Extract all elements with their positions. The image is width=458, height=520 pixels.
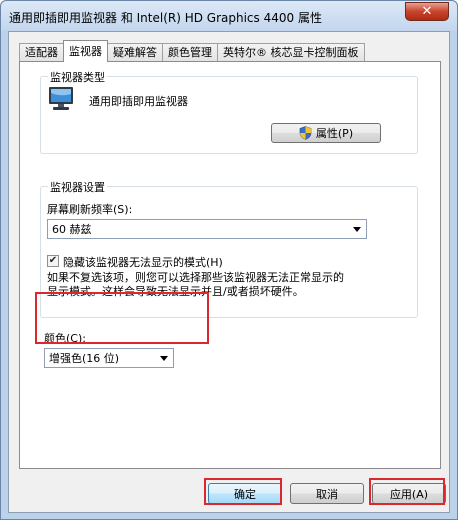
monitor-type-group: 监视器类型 通用即插即用监视器 属性(P) xyxy=(40,69,418,154)
hide-modes-label[interactable]: 隐藏该监视器无法显示的模式(H) xyxy=(63,254,223,270)
title-bar[interactable]: 通用即插即用监视器 和 Intel(R) HD Graphics 4400 属性… xyxy=(1,1,457,31)
tab-monitor[interactable]: 监视器 xyxy=(63,40,108,62)
cancel-button[interactable]: 取消 xyxy=(290,483,364,504)
close-icon: ✕ xyxy=(421,4,433,19)
ok-button-highlight-box xyxy=(204,478,282,505)
apply-button-highlight-box xyxy=(369,478,445,505)
tab-troubleshoot[interactable]: 疑难解答 xyxy=(107,43,163,62)
properties-button[interactable]: 属性(P) xyxy=(271,123,381,143)
refresh-rate-label: 屏幕刷新频率(S): xyxy=(47,203,133,216)
checkmark-icon: ✔ xyxy=(48,255,58,266)
refresh-rate-dropdown[interactable]: 60 赫兹 xyxy=(47,219,367,239)
monitor-type-group-label: 监视器类型 xyxy=(48,69,107,85)
tab-adapter[interactable]: 适配器 xyxy=(19,43,64,62)
uac-shield-icon xyxy=(299,126,312,140)
color-depth-value: 增强色(16 位) xyxy=(49,352,120,365)
tab-color-management[interactable]: 颜色管理 xyxy=(162,43,218,62)
properties-button-label: 属性(P) xyxy=(315,127,354,140)
window-title: 通用即插即用监视器 和 Intel(R) HD Graphics 4400 属性 xyxy=(9,11,322,25)
monitor-settings-group-label: 监视器设置 xyxy=(48,179,107,195)
refresh-rate-value: 60 赫兹 xyxy=(52,223,92,236)
dialog-client-area: 适配器 监视器 疑难解答 颜色管理 英特尔® 核芯显卡控制面板 监视器类型 通用… xyxy=(8,31,450,513)
monitor-name: 通用即插即用监视器 xyxy=(89,95,188,108)
close-button[interactable]: ✕ xyxy=(405,2,449,21)
monitor-icon xyxy=(47,85,77,113)
tab-intel-control-panel[interactable]: 英特尔® 核芯显卡控制面板 xyxy=(217,43,365,62)
tab-strip: 适配器 监视器 疑难解答 颜色管理 英特尔® 核芯显卡控制面板 xyxy=(19,40,365,62)
cancel-button-label: 取消 xyxy=(316,487,338,501)
chevron-down-icon xyxy=(160,356,168,361)
chevron-down-icon xyxy=(353,227,361,232)
properties-window: 通用即插即用监视器 和 Intel(R) HD Graphics 4400 属性… xyxy=(0,0,458,520)
monitor-tab-panel: 监视器类型 通用即插即用监视器 属性(P) 监视器设置 屏幕刷新频率(S): 6… xyxy=(19,61,441,469)
hide-modes-checkbox[interactable]: ✔ xyxy=(47,255,59,267)
color-depth-highlight-box xyxy=(35,292,209,344)
color-depth-dropdown[interactable]: 增强色(16 位) xyxy=(44,348,174,368)
